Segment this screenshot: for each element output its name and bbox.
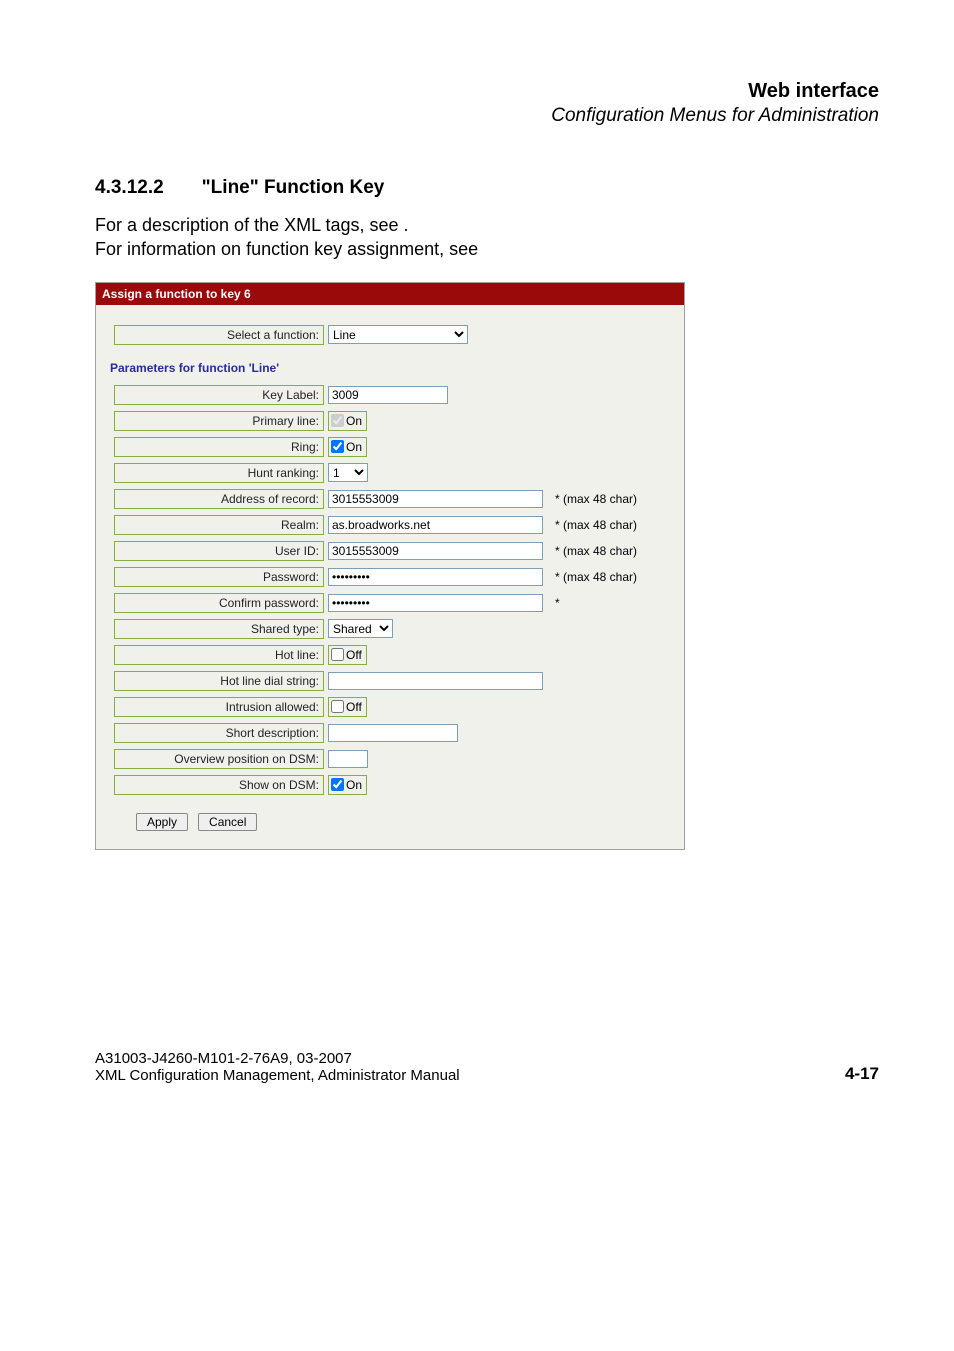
hot-line-label: Hot line: <box>114 645 324 665</box>
footer-page-number: 4-17 <box>845 1064 879 1084</box>
hot-line-state: Off <box>346 648 362 662</box>
select-function-label: Select a function: <box>114 325 324 345</box>
address-of-record-input[interactable] <box>328 490 543 508</box>
hunt-ranking-label: Hunt ranking: <box>114 463 324 483</box>
overview-position-dsm-label: Overview position on DSM: <box>114 749 324 769</box>
footer-line-1: A31003-J4260-M101-2-76A9, 03-2007 <box>95 1050 460 1067</box>
intrusion-allowed-state: Off <box>346 700 362 714</box>
show-on-dsm-state: On <box>346 778 362 792</box>
realm-hint: * (max 48 char) <box>555 518 637 532</box>
hunt-ranking-select[interactable]: 1 <box>328 463 368 482</box>
hot-line-checkbox[interactable] <box>331 648 344 661</box>
parameters-heading: Parameters for function 'Line' <box>110 361 674 375</box>
intrusion-allowed-label: Intrusion allowed: <box>114 697 324 717</box>
body-line-1: For a description of the XML tags, see . <box>95 213 879 237</box>
footer-line-2: XML Configuration Management, Administra… <box>95 1067 460 1084</box>
password-label: Password: <box>114 567 324 587</box>
confirm-password-input[interactable] <box>328 594 543 612</box>
show-on-dsm-checkbox[interactable] <box>331 778 344 791</box>
shared-type-select[interactable]: Shared <box>328 619 393 638</box>
shared-type-label: Shared type: <box>114 619 324 639</box>
section-title: "Line" Function Key <box>202 177 385 198</box>
short-description-label: Short description: <box>114 723 324 743</box>
password-input[interactable] <box>328 568 543 586</box>
primary-line-label: Primary line: <box>114 411 324 431</box>
hot-line-dial-string-input[interactable] <box>328 672 543 690</box>
body-line-2: For information on function key assignme… <box>95 237 879 261</box>
user-id-input[interactable] <box>328 542 543 560</box>
primary-line-state: On <box>346 414 362 428</box>
primary-line-checkbox <box>331 414 344 427</box>
config-panel: Assign a function to key 6 Select a func… <box>95 282 685 850</box>
confirm-password-label: Confirm password: <box>114 593 324 613</box>
password-hint: * (max 48 char) <box>555 570 637 584</box>
show-on-dsm-label: Show on DSM: <box>114 775 324 795</box>
address-of-record-label: Address of record: <box>114 489 324 509</box>
panel-title: Assign a function to key 6 <box>96 283 684 305</box>
overview-position-dsm-input[interactable] <box>328 750 368 768</box>
section-number: 4.3.12.2 <box>95 177 164 199</box>
select-function-dropdown[interactable]: Line <box>328 325 468 344</box>
page-header-title: Web interface <box>95 80 879 103</box>
section-heading: 4.3.12.2 "Line" Function Key <box>95 177 879 199</box>
short-description-input[interactable] <box>328 724 458 742</box>
ring-checkbox[interactable] <box>331 440 344 453</box>
ring-label: Ring: <box>114 437 324 457</box>
page-header-subtitle: Configuration Menus for Administration <box>95 105 879 127</box>
user-id-hint: * (max 48 char) <box>555 544 637 558</box>
address-of-record-hint: * (max 48 char) <box>555 492 637 506</box>
ring-state: On <box>346 440 362 454</box>
realm-input[interactable] <box>328 516 543 534</box>
intrusion-allowed-checkbox[interactable] <box>331 700 344 713</box>
key-label-label: Key Label: <box>114 385 324 405</box>
hot-line-dial-string-label: Hot line dial string: <box>114 671 324 691</box>
cancel-button[interactable]: Cancel <box>198 813 257 831</box>
user-id-label: User ID: <box>114 541 324 561</box>
confirm-password-hint: * <box>555 596 560 610</box>
realm-label: Realm: <box>114 515 324 535</box>
apply-button[interactable]: Apply <box>136 813 188 831</box>
key-label-input[interactable] <box>328 386 448 404</box>
